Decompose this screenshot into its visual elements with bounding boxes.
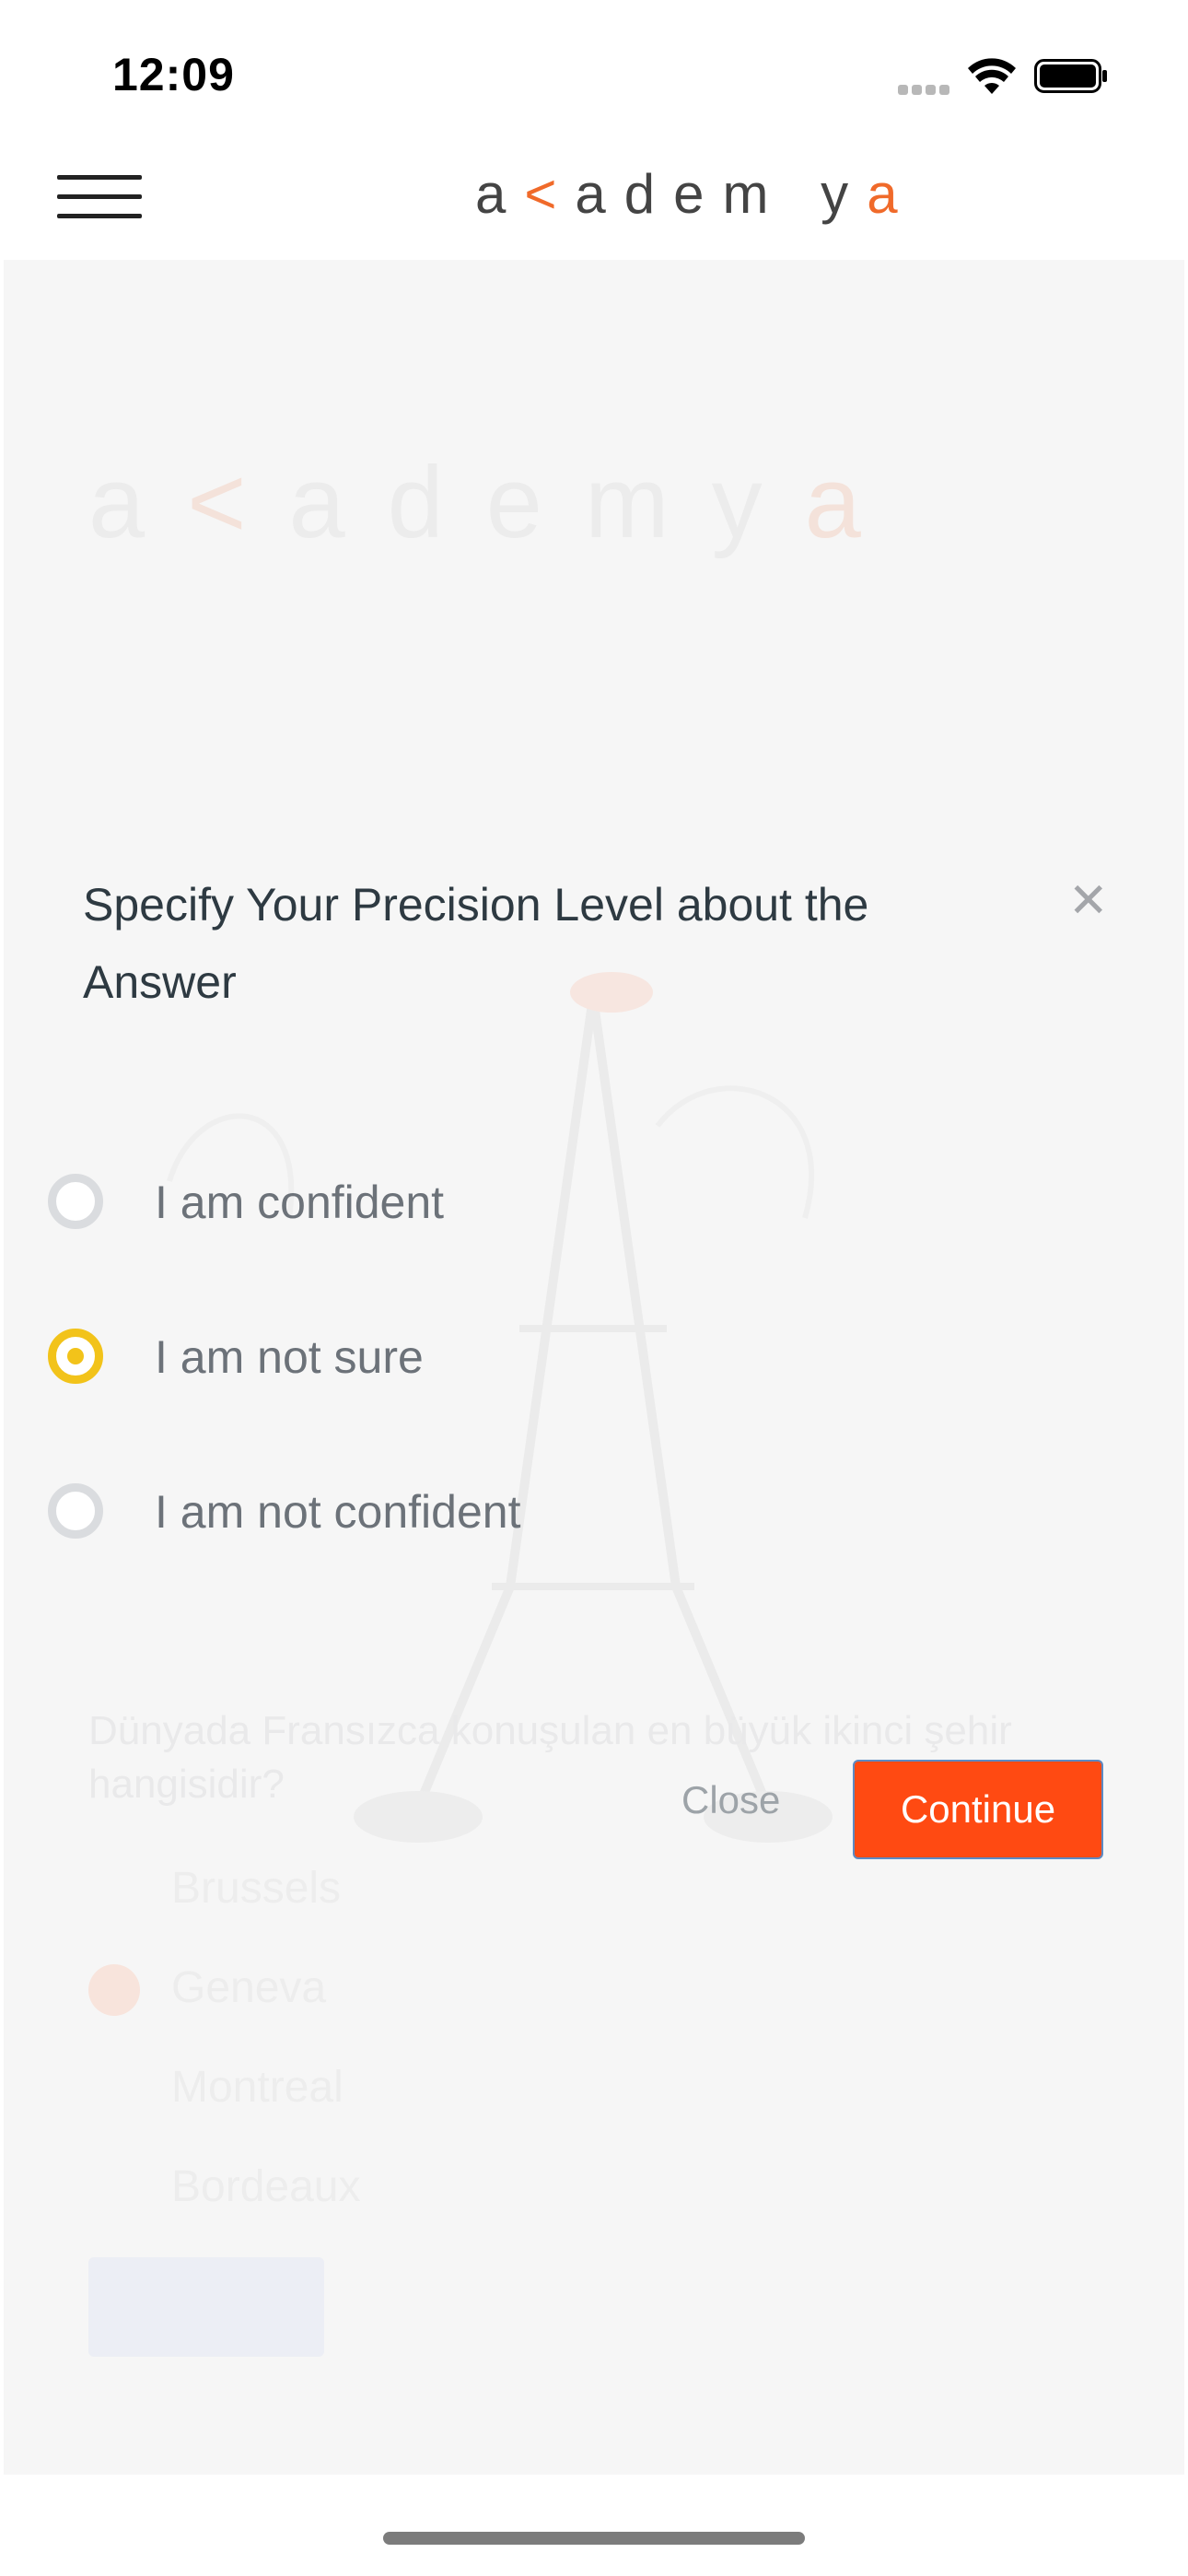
- status-bar: 12:09: [0, 0, 1188, 138]
- option-label: I am not confident: [155, 1486, 521, 1538]
- hamburger-menu-icon[interactable]: [57, 175, 142, 223]
- battery-icon: [1034, 59, 1107, 93]
- home-indicator: [383, 2532, 805, 2545]
- status-time: 12:09: [112, 49, 235, 100]
- option-confident[interactable]: I am confident: [44, 1161, 1057, 1244]
- radio-not-sure[interactable]: [48, 1329, 103, 1384]
- continue-button[interactable]: Continue: [853, 1760, 1103, 1859]
- option-label: I am confident: [155, 1177, 445, 1228]
- cellular-signal-icon: [898, 83, 953, 100]
- option-not-confident[interactable]: I am not confident: [44, 1470, 1057, 1553]
- background-logo: a<ademya: [88, 446, 903, 559]
- background-selected-radio: [88, 1964, 140, 2016]
- precision-level-modal: Specify Your Precision Level about the A…: [0, 829, 1188, 1898]
- close-button[interactable]: Close: [681, 1778, 780, 1822]
- background-option-4: Bordeaux: [171, 2162, 361, 2211]
- background-option-2: Geneva: [171, 1963, 327, 2012]
- close-x-icon[interactable]: ✕: [1068, 873, 1109, 929]
- option-not-sure[interactable]: I am not sure: [44, 1316, 1057, 1399]
- app-logo: a<adem ya: [475, 163, 916, 225]
- wifi-icon: [968, 58, 1016, 94]
- radio-confident[interactable]: [48, 1174, 103, 1229]
- radio-not-confident[interactable]: [48, 1483, 103, 1539]
- background-submit-button: [88, 2257, 324, 2357]
- option-label: I am not sure: [155, 1331, 424, 1383]
- modal-title: Specify Your Precision Level about the A…: [83, 879, 869, 1008]
- background-option-3: Montreal: [171, 2063, 344, 2112]
- app-header: a<adem ya: [0, 138, 1188, 260]
